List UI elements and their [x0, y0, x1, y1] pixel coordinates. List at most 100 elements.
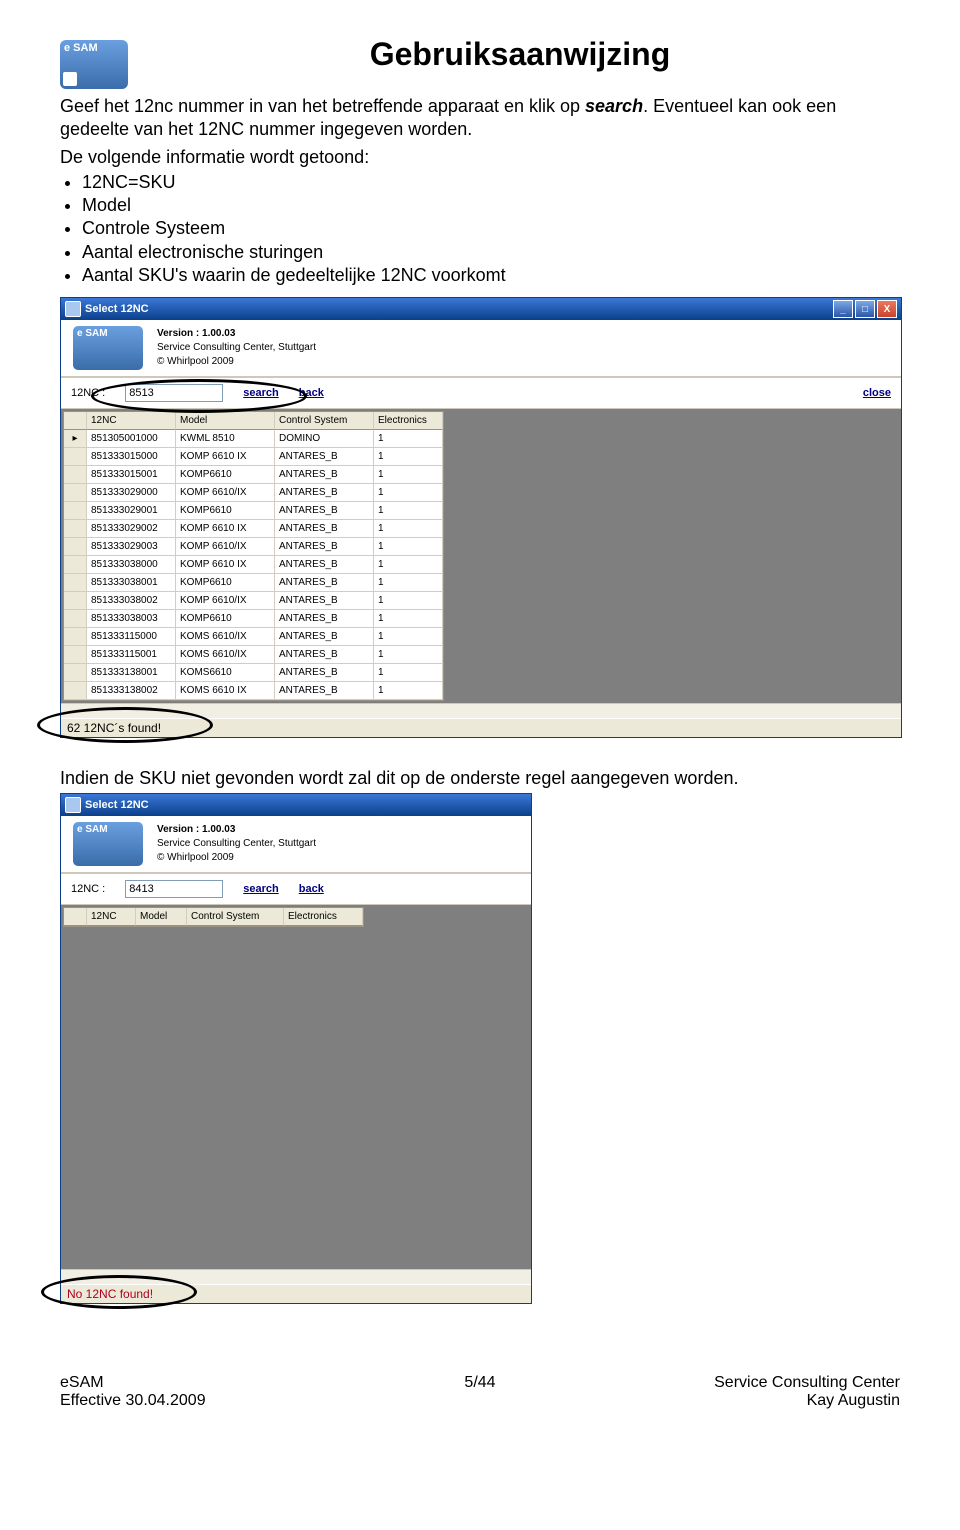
- row-selector-icon[interactable]: [64, 466, 87, 484]
- grid-header-row: 12NC Model Control System Electronics: [64, 908, 363, 926]
- col-header-model[interactable]: Model: [176, 412, 275, 430]
- row-selector-icon[interactable]: [64, 628, 87, 646]
- cell-el: 1: [374, 484, 443, 502]
- cell-el: 1: [374, 646, 443, 664]
- row-selector-icon[interactable]: [64, 682, 87, 700]
- table-row[interactable]: 851333115000KOMS 6610/IXANTARES_B1: [64, 628, 443, 646]
- row-selector-icon[interactable]: [64, 484, 87, 502]
- table-row[interactable]: 851333038001KOMP6610ANTARES_B1: [64, 574, 443, 592]
- row-selector-icon[interactable]: [64, 646, 87, 664]
- row-selector-icon[interactable]: [64, 448, 87, 466]
- row-selector-icon[interactable]: [64, 538, 87, 556]
- center-label: Service Consulting Center, Stuttgart: [157, 837, 316, 851]
- close-button[interactable]: X: [877, 300, 897, 318]
- cell-el: 1: [374, 538, 443, 556]
- row-selector-icon[interactable]: [64, 664, 87, 682]
- row-selector-icon[interactable]: [64, 592, 87, 610]
- table-row[interactable]: 851333138002KOMS 6610 IXANTARES_B1: [64, 682, 443, 700]
- table-row[interactable]: 851333015001KOMP6610ANTARES_B1: [64, 466, 443, 484]
- col-header-electronics[interactable]: Electronics: [284, 908, 363, 926]
- table-row[interactable]: 851333138001KOMS6610ANTARES_B1: [64, 664, 443, 682]
- cell-sys: ANTARES_B: [275, 448, 374, 466]
- copyright-label: © Whirlpool 2009: [157, 851, 316, 865]
- version-value: 1.00.03: [202, 824, 235, 835]
- table-row[interactable]: 851333029003KOMP 6610/IXANTARES_B1: [64, 538, 443, 556]
- cell-model: KOMP 6610 IX: [176, 448, 275, 466]
- col-header-electronics[interactable]: Electronics: [374, 412, 443, 430]
- cell-model: KOMP 6610 IX: [176, 556, 275, 574]
- search-link[interactable]: search: [243, 883, 278, 895]
- table-row[interactable]: 851333038003KOMP6610ANTARES_B1: [64, 610, 443, 628]
- cell-nc: 851305001000: [87, 430, 176, 448]
- grid-header-row: 12NC Model Control System Electronics: [64, 412, 443, 430]
- cell-model: KOMP 6610/IX: [176, 538, 275, 556]
- page-footer: eSAM Effective 30.04.2009 5/44 Service C…: [0, 1364, 960, 1450]
- cell-nc: 851333115000: [87, 628, 176, 646]
- cell-model: KOMP6610: [176, 466, 275, 484]
- app-window-2: Select 12NC e SAM Version : 1.00.03 Serv…: [60, 793, 532, 1304]
- cell-model: KOMS6610: [176, 664, 275, 682]
- row-selector-icon[interactable]: [64, 520, 87, 538]
- cell-sys: ANTARES_B: [275, 484, 374, 502]
- col-header-12nc[interactable]: 12NC: [87, 908, 136, 926]
- table-row[interactable]: 851333038000KOMP 6610 IXANTARES_B1: [64, 556, 443, 574]
- version-value: 1.00.03: [202, 328, 235, 339]
- table-row[interactable]: 851333115001KOMS 6610/IXANTARES_B1: [64, 646, 443, 664]
- cell-model: KOMS 6610 IX: [176, 682, 275, 700]
- cell-el: 1: [374, 448, 443, 466]
- col-header-controlsystem[interactable]: Control System: [187, 908, 284, 926]
- table-row[interactable]: 851333015000KOMP 6610 IXANTARES_B1: [64, 448, 443, 466]
- cell-model: KOMP 6610/IX: [176, 484, 275, 502]
- table-row[interactable]: 851333029002KOMP 6610 IXANTARES_B1: [64, 520, 443, 538]
- row-selector-icon[interactable]: [64, 610, 87, 628]
- cell-nc: 851333029002: [87, 520, 176, 538]
- cell-el: 1: [374, 502, 443, 520]
- footer-right-2: Kay Augustin: [620, 1392, 900, 1410]
- cell-sys: ANTARES_B: [275, 664, 374, 682]
- cell-model: KOMP 6610 IX: [176, 520, 275, 538]
- minimize-button[interactable]: _: [833, 300, 853, 318]
- table-row[interactable]: ▸851305001000KWML 8510DOMINO1: [64, 430, 443, 448]
- table-row[interactable]: 851333029001KOMP6610ANTARES_B1: [64, 502, 443, 520]
- cell-sys: ANTARES_B: [275, 646, 374, 664]
- search-link[interactable]: search: [243, 387, 278, 399]
- cell-el: 1: [374, 592, 443, 610]
- cell-model: KOMP6610: [176, 610, 275, 628]
- horizontal-scrollbar[interactable]: [61, 1269, 531, 1284]
- maximize-button[interactable]: □: [855, 300, 875, 318]
- cell-nc: 851333038003: [87, 610, 176, 628]
- cell-el: 1: [374, 610, 443, 628]
- app-logo-icon: e SAM: [73, 822, 143, 866]
- cell-model: KWML 8510: [176, 430, 275, 448]
- col-header-12nc[interactable]: 12NC: [87, 412, 176, 430]
- cell-sys: ANTARES_B: [275, 628, 374, 646]
- status-bar: 62 12NC´s found!: [61, 718, 901, 737]
- info-bullet-list: 12NC=SKU Model Controle Systeem Aantal e…: [82, 171, 900, 288]
- status-bar-none: No 12NC found!: [61, 1284, 531, 1303]
- results-grid: 12NC Model Control System Electronics ▸8…: [63, 411, 444, 701]
- nc-input[interactable]: [125, 384, 223, 402]
- close-link[interactable]: close: [863, 387, 891, 399]
- cell-nc: 851333029000: [87, 484, 176, 502]
- back-link[interactable]: back: [299, 883, 324, 895]
- table-row[interactable]: 851333038002KOMP 6610/IXANTARES_B1: [64, 592, 443, 610]
- cell-sys: DOMINO: [275, 430, 374, 448]
- row-selector-icon[interactable]: [64, 556, 87, 574]
- cell-model: KOMS 6610/IX: [176, 646, 275, 664]
- nc-input[interactable]: [125, 880, 223, 898]
- table-row[interactable]: 851333029000KOMP 6610/IXANTARES_B1: [64, 484, 443, 502]
- back-link[interactable]: back: [299, 387, 324, 399]
- col-header-model[interactable]: Model: [136, 908, 187, 926]
- center-label: Service Consulting Center, Stuttgart: [157, 341, 316, 355]
- cell-nc: 851333138002: [87, 682, 176, 700]
- row-selector-icon[interactable]: [64, 574, 87, 592]
- app-window-1: Select 12NC _ □ X e SAM Version : 1.00.0…: [60, 297, 902, 738]
- page-title: Gebruiksaanwijzing: [140, 36, 900, 73]
- footer-right-1: Service Consulting Center: [620, 1374, 900, 1392]
- horizontal-scrollbar[interactable]: [61, 703, 901, 718]
- cell-nc: 851333038000: [87, 556, 176, 574]
- row-selector-icon[interactable]: ▸: [64, 430, 87, 448]
- cell-sys: ANTARES_B: [275, 538, 374, 556]
- row-selector-icon[interactable]: [64, 502, 87, 520]
- col-header-controlsystem[interactable]: Control System: [275, 412, 374, 430]
